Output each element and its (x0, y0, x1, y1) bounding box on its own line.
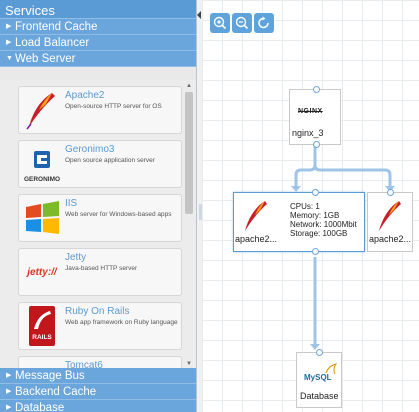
service-item-tomcat6[interactable]: Tomcat6 (18, 356, 182, 368)
panel-scrollbar[interactable]: ▲ ▼ (184, 82, 194, 368)
service-item-iis[interactable]: IIS Web server for Windows-based apps (18, 194, 182, 242)
service-desc: Web app framework on Ruby language (65, 319, 178, 326)
service-desc: Open source application server (65, 157, 155, 164)
port-top[interactable] (387, 189, 394, 196)
service-item-jetty[interactable]: jetty:// Jetty Java-based HTTP server (18, 248, 182, 296)
collapse-panel-icon[interactable] (197, 11, 201, 19)
geronimo-logo-text: GERONIMO (23, 176, 61, 183)
port-top[interactable] (313, 86, 320, 93)
panel-title: Services (0, 0, 196, 19)
node-label: apache2... (235, 234, 278, 244)
stat-storage: Storage: 100GB (290, 229, 348, 238)
apache-feather-icon (26, 93, 55, 130)
service-name: Tomcat6 (65, 360, 103, 368)
section-database[interactable]: ▶ Database (0, 400, 196, 412)
stat-memory: Memory: 1GB (290, 211, 340, 220)
port-bottom[interactable] (312, 248, 319, 255)
service-desc: Java-based HTTP server (65, 265, 138, 272)
apache-feather-icon (245, 201, 267, 231)
node-nginx[interactable]: NGINX nginx_3 (289, 86, 341, 148)
jetty-logo-icon: jetty:// (22, 252, 62, 292)
service-desc: Web server for Windows-based apps (65, 211, 172, 218)
node-label: Database (300, 391, 339, 401)
link-nginx-apache-second (313, 164, 392, 188)
diagram-canvas[interactable]: NGINX nginx_3 apache2... CPUs: 1 Memory:… (202, 0, 419, 412)
windows-logo-icon (26, 201, 59, 234)
jetty-logo-text: jetty:// (27, 266, 57, 278)
apache-feather-icon (379, 201, 401, 231)
web-server-list: Apache2 Open-source HTTP server for OS G… (0, 80, 196, 368)
node-database[interactable]: MySQL Database (296, 349, 342, 408)
section-backend-cache[interactable]: ▶ Backend Cache (0, 384, 196, 400)
stat-network: Network: 1000Mbit (290, 220, 357, 229)
port-top[interactable] (312, 189, 319, 196)
dolphin-icon (325, 363, 337, 375)
caret-right-icon: ▶ (6, 23, 12, 30)
caret-right-icon: ▶ (6, 388, 12, 395)
geronimo-logo-icon: GERONIMO (22, 144, 62, 184)
section-web-server[interactable]: ▼ Web Server (0, 51, 196, 67)
service-name: Jetty (65, 252, 87, 263)
stat-cpus: CPUs: 1 (290, 202, 320, 211)
caret-down-icon: ▼ (6, 55, 13, 62)
port-bottom[interactable] (313, 141, 320, 148)
section-frontend-cache[interactable]: ▶ Frontend Cache (0, 19, 196, 35)
section-message-bus[interactable]: ▶ Message Bus (0, 368, 196, 384)
node-stats: CPUs: 1 Memory: 1GB Network: 1000Mbit St… (290, 202, 357, 238)
service-name: Apache2 (65, 90, 105, 101)
caret-right-icon: ▶ (6, 372, 12, 379)
scroll-down-icon[interactable]: ▼ (184, 360, 194, 368)
scroll-thumb[interactable] (185, 92, 193, 214)
service-item-geronimo3[interactable]: GERONIMO Geronimo3 Open source applicati… (18, 140, 182, 188)
port-top[interactable] (316, 349, 323, 356)
service-item-apache2[interactable]: Apache2 Open-source HTTP server for OS (18, 86, 182, 134)
caret-right-icon: ▶ (6, 404, 12, 411)
link-nginx-apache-main (294, 145, 317, 188)
scroll-up-icon[interactable]: ▲ (184, 82, 194, 90)
node-label: nginx_3 (292, 128, 324, 138)
service-item-ruby-on-rails[interactable]: RAILS Ruby On Rails Web app framework on… (18, 302, 182, 350)
service-name: Geronimo3 (65, 144, 115, 155)
rails-logo-text: RAILS (32, 334, 52, 341)
service-name: IIS (65, 198, 78, 209)
node-apache2-main[interactable]: apache2... CPUs: 1 Memory: 1GB Network: … (233, 189, 365, 255)
node-apache2-second[interactable]: apache2... (367, 189, 413, 252)
rails-logo-icon: RAILS (29, 306, 55, 346)
service-name: Ruby On Rails (65, 306, 130, 317)
nginx-logo: NGINX (298, 108, 323, 115)
section-load-balancer[interactable]: ▶ Load Balancer (0, 35, 196, 51)
node-label: apache2... (369, 234, 412, 244)
caret-right-icon: ▶ (6, 39, 12, 46)
service-desc: Open-source HTTP server for OS (65, 103, 162, 110)
services-panel: Services ▶ Frontend Cache ▶ Load Balancer … (0, 0, 197, 412)
